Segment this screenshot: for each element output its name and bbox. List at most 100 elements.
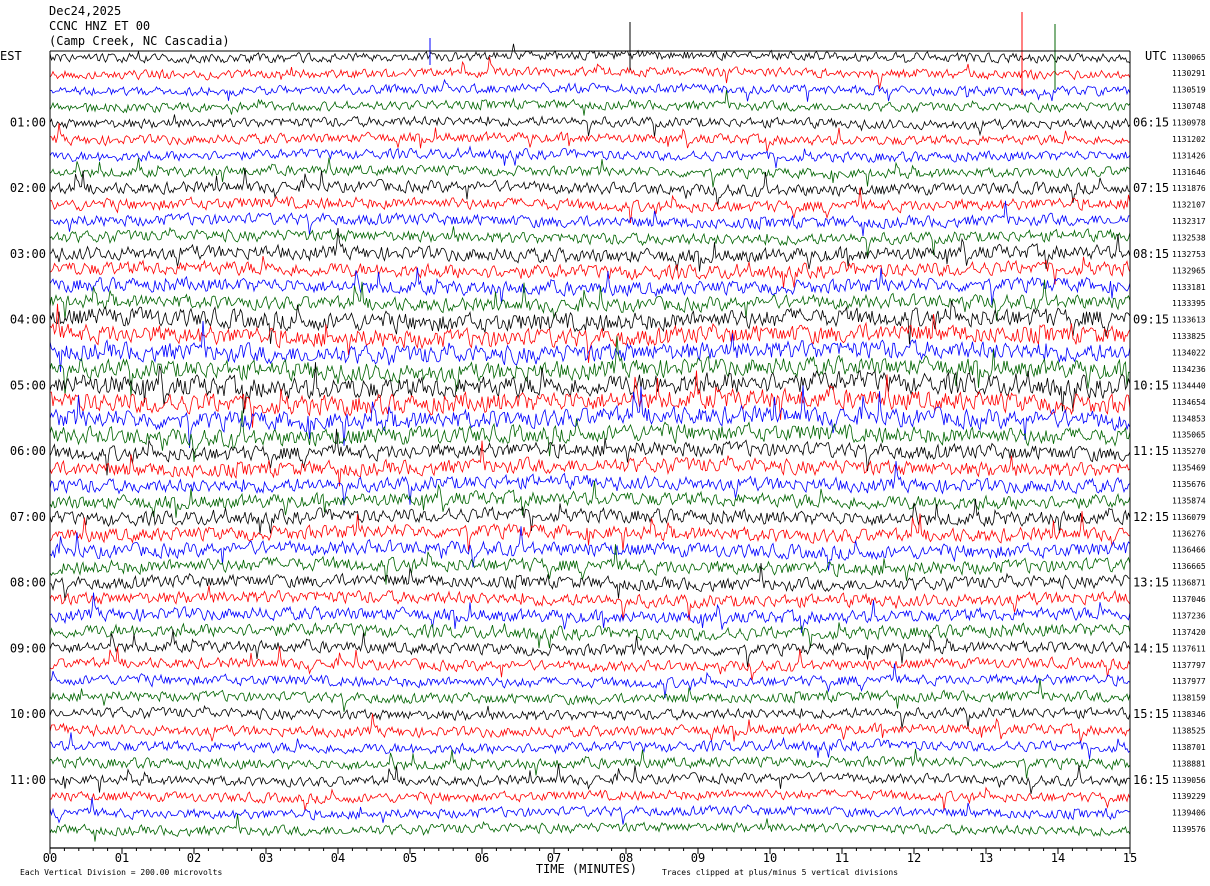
x-tick-label-03: 03 <box>259 851 273 865</box>
est-hour-label: 07:00 <box>10 510 46 524</box>
trace-row-21 <box>49 370 1131 428</box>
trace-row-17 <box>49 303 1131 363</box>
row-count-label: 1136466 <box>1172 546 1206 555</box>
x-tick-label-12: 12 <box>907 851 921 865</box>
trace-row-47 <box>49 813 1131 842</box>
utc-hour-label: 12:15 <box>1133 510 1169 524</box>
row-count-label: 1139406 <box>1172 809 1206 818</box>
x-tick-label-13: 13 <box>979 851 993 865</box>
est-hour-label: 02:00 <box>10 181 46 195</box>
x-tick-label-15: 15 <box>1123 851 1137 865</box>
row-count-label: 1138525 <box>1172 727 1206 736</box>
trace-row-34 <box>49 592 1131 633</box>
row-count-label: 1133395 <box>1172 299 1206 308</box>
row-count-label: 1132753 <box>1172 250 1206 259</box>
trace-row-45 <box>49 786 1131 811</box>
row-count-label: 1134440 <box>1172 381 1206 390</box>
x-tick-label-11: 11 <box>835 851 849 865</box>
x-tick-label-06: 06 <box>475 851 489 865</box>
x-tick-label-09: 09 <box>691 851 705 865</box>
trace-row-23 <box>49 410 1131 462</box>
trace-row-43 <box>49 748 1131 779</box>
est-hour-label: 10:00 <box>10 707 46 721</box>
utc-hour-label: 09:15 <box>1133 313 1169 327</box>
est-hour-label: 06:00 <box>10 444 46 458</box>
trace-row-19 <box>49 336 1131 397</box>
row-count-label: 1137420 <box>1172 628 1206 637</box>
trace-row-2 <box>49 78 1131 102</box>
trace-layer <box>49 12 1131 842</box>
row-count-label: 1131426 <box>1172 151 1206 160</box>
row-count-label: 1135469 <box>1172 464 1206 473</box>
utc-hour-label: 14:15 <box>1133 641 1169 655</box>
row-count-label: 1134022 <box>1172 349 1206 358</box>
utc-hour-label: 10:15 <box>1133 378 1169 392</box>
x-tick-label-04: 04 <box>331 851 345 865</box>
trace-row-7 <box>49 157 1131 188</box>
row-count-label: 1132965 <box>1172 266 1206 275</box>
row-count-label: 1136079 <box>1172 513 1206 522</box>
row-count-label: 1135065 <box>1172 431 1206 440</box>
x-tick-label-00: 00 <box>43 851 57 865</box>
row-count-label: 1139056 <box>1172 776 1206 785</box>
est-hour-label: 04:00 <box>10 313 46 327</box>
est-hour-label: 05:00 <box>10 378 46 392</box>
trace-row-27 <box>49 480 1131 518</box>
utc-hour-label: 08:15 <box>1133 247 1169 261</box>
row-count-label: 1135874 <box>1172 496 1206 505</box>
row-count-label: 1130748 <box>1172 102 1206 111</box>
trace-row-10 <box>49 200 1131 237</box>
row-count-label: 1133613 <box>1172 316 1206 325</box>
trace-row-15 <box>49 279 1131 321</box>
trace-row-38 <box>49 663 1131 699</box>
row-count-label: 1136276 <box>1172 529 1206 538</box>
trace-row-12 <box>49 227 1131 272</box>
row-count-label: 1134853 <box>1172 414 1206 423</box>
row-count-label: 1137046 <box>1172 595 1206 604</box>
utc-axis-label: UTC <box>1145 49 1167 63</box>
row-count-label: 1130291 <box>1172 69 1206 78</box>
row-count-label: 1134654 <box>1172 398 1206 407</box>
utc-hour-label: 11:15 <box>1133 444 1169 458</box>
trace-row-4 <box>49 114 1131 137</box>
x-tick-label-02: 02 <box>187 851 201 865</box>
est-hour-label: 11:00 <box>10 773 46 787</box>
row-count-label: 1138346 <box>1172 710 1206 719</box>
row-count-label: 1132317 <box>1172 217 1206 226</box>
row-count-label: 1130978 <box>1172 118 1206 127</box>
trace-row-26 <box>49 460 1131 506</box>
row-count-label: 1135676 <box>1172 480 1206 489</box>
x-axis-title: TIME (MINUTES) <box>536 862 637 876</box>
trace-row-42 <box>49 732 1131 760</box>
trace-row-1 <box>49 56 1131 89</box>
row-count-label: 1136665 <box>1172 562 1206 571</box>
helicorder-chart: 00 01 02 03 04 05 06 07 08 09 10 11 12 13 14 15EST UTC01… <box>0 12 1206 877</box>
row-count-label: 1138159 <box>1172 694 1206 703</box>
trace-row-11 <box>49 226 1131 256</box>
row-count-label: 1138881 <box>1172 759 1206 768</box>
est-hour-label: 08:00 <box>10 576 46 590</box>
row-count-label: 1134236 <box>1172 365 1206 374</box>
axis-labels: 00 01 02 03 04 05 06 07 08 09 10 11 12 13 14 15EST UTC01… <box>0 49 1206 877</box>
row-count-label: 1131876 <box>1172 184 1206 193</box>
trace-row-44 <box>49 763 1131 794</box>
trace-row-14 <box>49 267 1131 306</box>
utc-hour-label: 07:15 <box>1133 181 1169 195</box>
trace-row-6 <box>49 145 1131 169</box>
utc-hour-label: 15:15 <box>1133 707 1169 721</box>
utc-hour-label: 13:15 <box>1133 576 1169 590</box>
row-count-label: 1131202 <box>1172 135 1206 144</box>
row-count-label: 1133181 <box>1172 283 1206 292</box>
utc-hour-label: 06:15 <box>1133 115 1169 129</box>
plot-frame <box>49 50 1131 854</box>
trace-row-35 <box>49 622 1131 649</box>
row-count-label: 1130065 <box>1172 53 1206 62</box>
row-count-label: 1132538 <box>1172 234 1206 243</box>
x-tick-label-05: 05 <box>403 851 417 865</box>
row-count-label: 1133825 <box>1172 332 1206 341</box>
row-count-label: 1138701 <box>1172 743 1206 752</box>
x-tick-label-01: 01 <box>115 851 129 865</box>
footer-scale-note: Each Vertical Division = 200.00 microvol… <box>20 868 222 877</box>
row-count-label: 1139229 <box>1172 792 1206 801</box>
x-tick-label-10: 10 <box>763 851 777 865</box>
